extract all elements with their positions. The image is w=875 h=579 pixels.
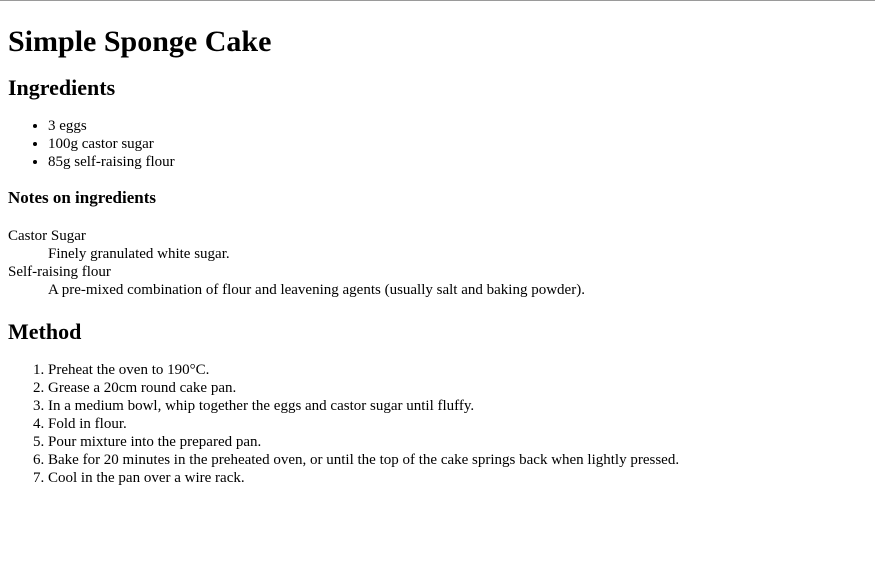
ingredient-item: 85g self-raising flour — [48, 153, 867, 171]
method-step: Pour mixture into the prepared pan. — [48, 433, 867, 451]
page-title: Simple Sponge Cake — [8, 25, 272, 58]
ingredient-item: 3 eggs — [48, 117, 867, 135]
note-term: Castor Sugar — [8, 228, 86, 244]
notes-definition-list: Castor Sugar Finely granulated white sug… — [8, 227, 867, 299]
note-definition: A pre-mixed combination of flour and lea… — [48, 282, 585, 298]
note-definition: Finely granulated white sugar. — [48, 246, 230, 262]
method-step: Fold in flour. — [48, 415, 867, 433]
note-term: Self-raising flour — [8, 264, 111, 280]
method-step: Bake for 20 minutes in the preheated ove… — [48, 451, 867, 469]
method-step: In a medium bowl, whip together the eggs… — [48, 397, 867, 415]
ingredients-heading: Ingredients — [8, 75, 116, 100]
method-steps-list: Preheat the oven to 190°C. Grease a 20cm… — [8, 361, 867, 487]
method-step: Preheat the oven to 190°C. — [48, 361, 867, 379]
method-heading: Method — [8, 319, 82, 344]
method-step: Grease a 20cm round cake pan. — [48, 379, 867, 397]
top-border — [0, 0, 875, 1]
notes-heading: Notes on ingredients — [8, 188, 156, 207]
method-step: Cool in the pan over a wire rack. — [48, 469, 867, 487]
ingredients-list: 3 eggs 100g castor sugar 85g self-raisin… — [8, 117, 867, 171]
recipe-page: Simple Sponge Cake Ingredients 3 eggs 10… — [0, 0, 875, 487]
ingredient-item: 100g castor sugar — [48, 135, 867, 153]
